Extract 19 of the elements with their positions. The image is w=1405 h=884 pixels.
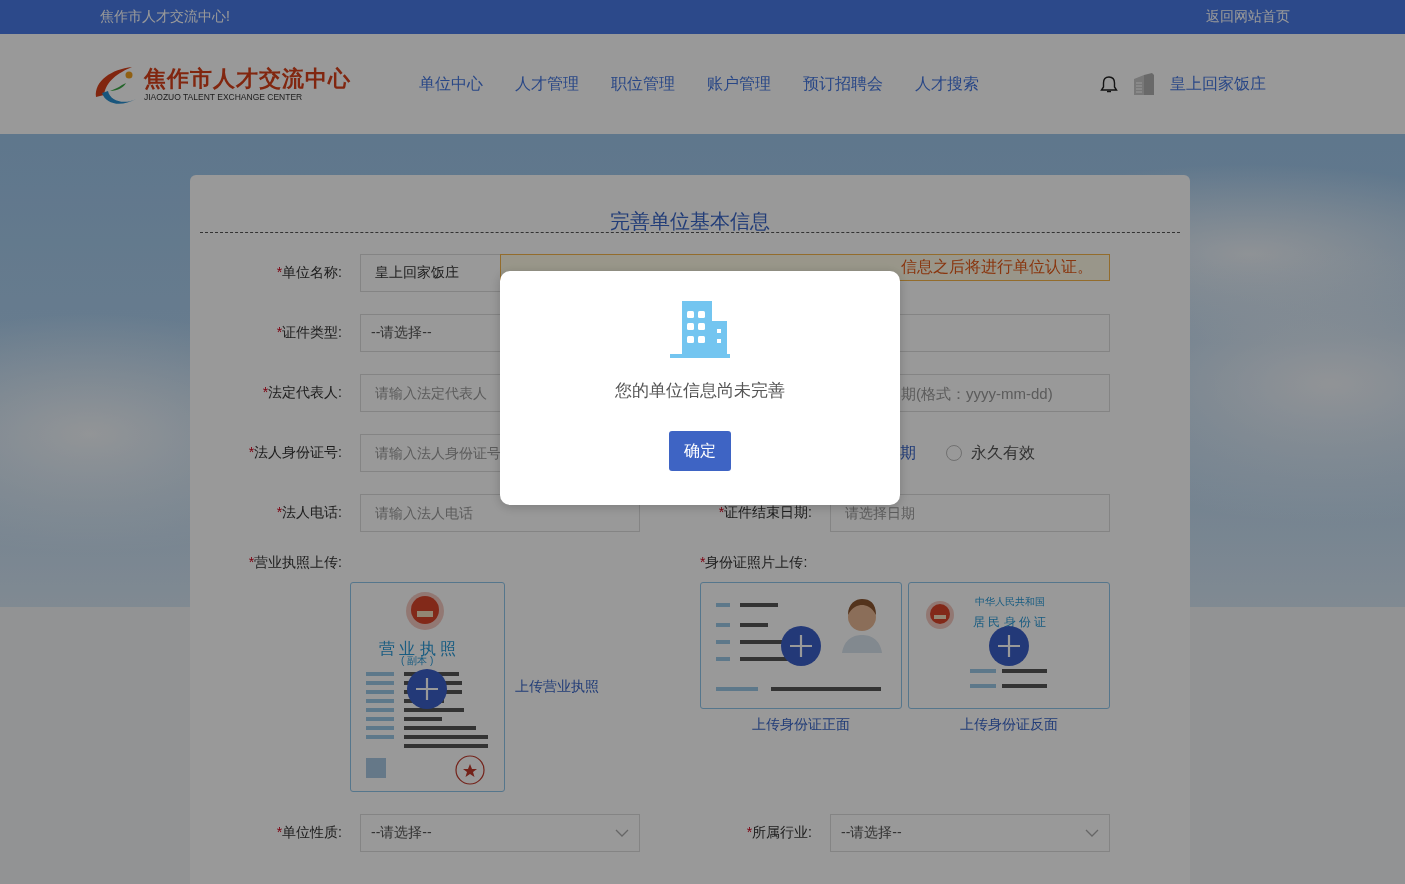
sample-subtitle: ( 副本 ) [401,655,434,666]
card-subtitle: 居 民 身 份 证 [973,614,1047,631]
field-label: *证件类型: [275,324,343,342]
field-label: *法人身份证号: [247,444,343,462]
dialog-message: 您的单位信息尚未完善 [615,380,785,402]
field-label: *营业执照上传: [247,553,343,572]
field-label: *所属行业: [745,824,813,842]
logo-title: 焦作市人才交流中心 [144,66,351,92]
welcome-text: 焦作市人才交流中心! [100,8,230,26]
field-label: *证件结束日期: [717,504,813,522]
logo-subtitle: JIAOZUO TALENT EXCHANGE CENTER [144,92,304,102]
field-label: *身份证照片上传: [700,553,809,572]
card-title: 中华人民共和国 [975,595,1045,609]
field-label: *单位性质: [275,824,343,842]
sample-title: 营 业 执 照 [379,639,457,657]
form-title: 完善单位基本信息 [609,209,771,232]
field-label: *单位名称: [275,264,343,282]
field-label: *法定代表人: [261,384,343,402]
field-label: *法人电话: [275,504,343,522]
